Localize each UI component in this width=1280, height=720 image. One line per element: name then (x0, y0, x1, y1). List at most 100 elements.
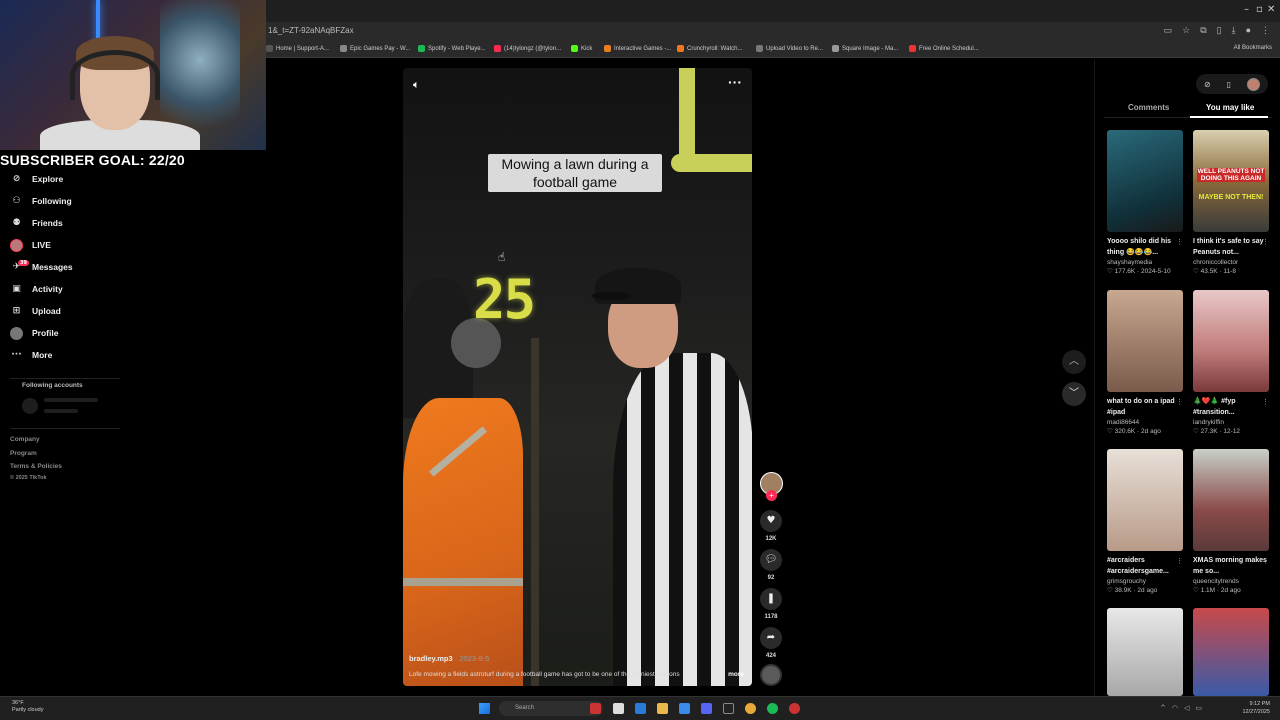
battery-icon[interactable]: ▭ (1195, 704, 1202, 712)
all-bookmarks-button[interactable]: All Bookmarks (1234, 45, 1272, 51)
sound-disc-avatar[interactable] (760, 664, 782, 686)
video-thumbnail[interactable] (1107, 290, 1183, 392)
recommended-video-card[interactable] (1193, 608, 1269, 696)
video-thumbnail[interactable] (1193, 608, 1269, 696)
video-thumbnail[interactable] (1193, 449, 1269, 551)
extensions-icon[interactable]: ⧉ (1200, 25, 1206, 36)
star-icon[interactable]: ☆ (1182, 25, 1190, 36)
nav-item-messages[interactable]: ✈ 39 Messages (10, 258, 73, 276)
calendar-app-icon[interactable] (590, 703, 601, 714)
tab-comments[interactable]: Comments (1128, 103, 1169, 112)
card-username[interactable]: queencitytrends (1193, 578, 1269, 585)
store-icon[interactable] (679, 703, 690, 714)
volume-icon[interactable]: 🔈︎ (413, 78, 420, 92)
bookmark-item[interactable]: Free Online Schedul... (909, 45, 979, 52)
chevron-up-icon[interactable]: ^ (1160, 704, 1166, 712)
follow-plus-icon[interactable]: + (766, 490, 777, 501)
footer-link[interactable]: Terms & Policies (10, 463, 62, 470)
user-avatar[interactable] (1246, 77, 1260, 91)
maximize-icon[interactable]: ▫ (1256, 4, 1263, 15)
sidepanel-icon[interactable]: ▯ (1217, 25, 1222, 36)
windows-start-icon[interactable] (479, 703, 490, 714)
bookmark-item[interactable]: Upload Video to Re... (756, 45, 823, 52)
like-heart-icon[interactable]: ♥ (760, 510, 782, 532)
nav-item-profile[interactable]: Profile (10, 324, 58, 342)
description-more-link[interactable]: more (728, 671, 744, 678)
video-thumbnail[interactable] (1107, 449, 1183, 551)
recommended-video-card[interactable]: #arcraiders #arcraidersgame... ⋮ grimsgrou… (1107, 449, 1183, 594)
volume-tray-icon[interactable]: ◁ (1184, 704, 1189, 712)
share-icon[interactable]: ➦ (760, 627, 782, 649)
card-more-icon[interactable]: ⋮ (1176, 557, 1183, 565)
minimize-icon[interactable]: – (1244, 4, 1249, 15)
task-view-icon[interactable] (613, 703, 624, 714)
bookmark-item[interactable]: Kick (571, 45, 592, 52)
obs-icon[interactable] (723, 703, 734, 714)
bookmark-item[interactable]: Epic Games Pay - W... (340, 45, 410, 52)
spotify-icon[interactable] (767, 703, 778, 714)
footer-link[interactable]: Program (10, 450, 37, 457)
bookmark-item[interactable]: (14)tylongz (@tylon... (494, 45, 561, 52)
app-icon[interactable] (789, 703, 800, 714)
tab-you-may-like[interactable]: You may like (1206, 103, 1254, 112)
next-video-chevron-down-icon[interactable]: ﹀ (1062, 382, 1086, 406)
url-text[interactable]: 1&_t=ZT-92aNAqBFZax (268, 26, 354, 35)
nav-item-following[interactable]: ⚇ Following (10, 192, 71, 210)
recommended-video-card[interactable]: what to do on a ipad #ipad ⋮ madi86644 ♡ 32… (1107, 290, 1183, 435)
recommended-video-card[interactable]: Yoooo shilo did his thing 😂😂😂... ⋮ shaysha… (1107, 130, 1183, 275)
nav-item-more[interactable]: ··· More (10, 346, 52, 364)
card-username[interactable]: shayshaymedia (1107, 259, 1183, 266)
video-author[interactable]: bradley.mp3 (409, 654, 453, 663)
card-username[interactable]: landrykiffin (1193, 419, 1269, 426)
card-more-icon[interactable]: ⋮ (1262, 238, 1269, 246)
recommended-video-card[interactable]: XMAS morning makes me so... ⋮ queencitytre… (1193, 449, 1269, 594)
nav-item-friends[interactable]: ⚉ Friends (10, 214, 62, 232)
taskbar-search[interactable]: Search (499, 701, 603, 716)
bookmark-item[interactable]: Interactive Games -... (604, 45, 671, 52)
close-icon[interactable]: ✕ (1267, 4, 1275, 15)
card-more-icon[interactable]: ⋮ (1176, 238, 1183, 246)
profile-icon[interactable]: ● (1246, 25, 1251, 36)
card-username[interactable]: grimsgrouchy (1107, 578, 1183, 585)
time: 9:12 PM (1249, 701, 1270, 707)
video-thumbnail[interactable] (1193, 290, 1269, 392)
video-player[interactable]: 25 Mowing a lawn during a football game … (403, 68, 752, 686)
discord-icon[interactable] (701, 703, 712, 714)
clock[interactable]: 9:12 PM 12/27/2025 (1242, 700, 1270, 716)
chrome-icon[interactable] (745, 703, 756, 714)
nav-item-live[interactable]: LIVE (10, 236, 51, 254)
footer-link[interactable]: Company (10, 436, 40, 443)
video-author-line[interactable]: bradley.mp3 · 2023-9-5 (409, 654, 489, 663)
recommended-video-card[interactable]: WELL PEANUTS NOT DOING THIS AGAIN MAYBE N… (1193, 130, 1269, 275)
nav-item-activity[interactable]: ▣ Activity (10, 280, 62, 298)
video-thumbnail[interactable] (1107, 130, 1183, 232)
download-icon[interactable]: ⤓ (1232, 25, 1236, 36)
menu-icon[interactable]: ⋮ (1261, 25, 1270, 36)
device-icon[interactable]: ▯ (1227, 80, 1231, 89)
card-more-icon[interactable]: ⋮ (1262, 398, 1269, 406)
recommended-video-card[interactable] (1107, 608, 1183, 696)
bookmark-item[interactable]: Home | Support-A... (266, 45, 329, 52)
video-thumbnail[interactable]: WELL PEANUTS NOT DOING THIS AGAIN MAYBE N… (1193, 130, 1269, 232)
cast-icon[interactable]: ▭ (1164, 25, 1173, 36)
card-username[interactable]: madi86644 (1107, 419, 1183, 426)
bookmark-item[interactable]: Square Image - Ma... (832, 45, 898, 52)
card-more-icon[interactable]: ⋮ (1176, 398, 1183, 406)
previous-video-chevron-up-icon[interactable]: ︿ (1062, 350, 1086, 374)
nav-item-explore[interactable]: ⊘ Explore (10, 170, 63, 188)
compass-icon[interactable]: ⊘ (1204, 80, 1211, 89)
nav-item-upload[interactable]: ⊞ Upload (10, 302, 61, 320)
video-thumbnail[interactable] (1107, 608, 1183, 696)
bookmark-item[interactable]: Crunchyroll: Watch... (677, 45, 742, 52)
more-options-icon[interactable]: ··· (728, 74, 742, 90)
edge-icon[interactable] (635, 703, 646, 714)
card-more-icon[interactable]: ⋮ (1262, 557, 1269, 565)
file-explorer-icon[interactable] (657, 703, 668, 714)
card-username[interactable]: chroniccollector (1193, 259, 1269, 266)
wifi-icon[interactable]: ◠ (1172, 704, 1178, 712)
bookmark-item[interactable]: Spotify - Web Playe... (418, 45, 486, 52)
weather-widget[interactable]: 36°F Partly cloudy (12, 700, 44, 714)
bookmark-icon[interactable]: ❚ (760, 588, 782, 610)
comment-icon[interactable]: 💬︎ (760, 549, 782, 571)
recommended-video-card[interactable]: 🎄❤️🎄 #fyp #transition... ⋮ landrykiffin ♡ 2… (1193, 290, 1269, 435)
